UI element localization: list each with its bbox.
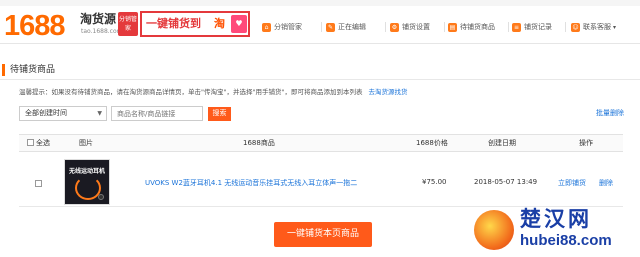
table-row: 无线运动耳机 UVOKS W2蓝牙耳机4.1 无线运动音乐挂耳式无线入耳立体声一… bbox=[19, 153, 623, 207]
delete-link[interactable]: 删除 bbox=[599, 178, 613, 188]
taobao-logo: 淘 bbox=[214, 17, 225, 30]
nav-label: 分销管家 bbox=[274, 23, 302, 31]
promo-banner[interactable]: 一键铺货到 淘 ♥ bbox=[140, 11, 250, 37]
nav-divider bbox=[444, 22, 445, 32]
product-price: ¥75.00 bbox=[422, 178, 447, 186]
find-goods-link[interactable]: 去淘货源找货 bbox=[368, 88, 407, 96]
nav-divider bbox=[565, 22, 566, 32]
thumb-caption: 无线运动耳机 bbox=[69, 168, 106, 175]
nav-settings[interactable]: ⚙ 铺货设置 bbox=[390, 20, 430, 34]
col-ops: 操作 bbox=[579, 139, 593, 147]
watermark-url: hubei88.com bbox=[520, 232, 612, 249]
nav-label: 铺货设置 bbox=[402, 23, 430, 31]
nav-divider bbox=[385, 22, 386, 32]
service-icon: ☺ bbox=[571, 22, 580, 32]
select-all-checkbox[interactable] bbox=[27, 139, 34, 146]
chevron-down-icon: ▼ bbox=[97, 110, 102, 117]
table-header: 全选 图片 1688商品 1688价格 创建日期 操作 bbox=[19, 134, 623, 152]
nav-pending[interactable]: ▤ 待铺货商品 bbox=[448, 20, 495, 34]
settings-icon: ⚙ bbox=[390, 22, 399, 32]
tmall-icon: ♥ bbox=[231, 15, 247, 33]
batch-delete-link[interactable]: 批量删除 bbox=[596, 108, 624, 118]
logo-title: 淘货源 bbox=[80, 12, 117, 26]
nav-records[interactable]: ≡ 铺货记录 bbox=[512, 20, 552, 34]
earbud-icon bbox=[98, 194, 104, 200]
section-accent-bar bbox=[2, 64, 5, 76]
row-checkbox[interactable] bbox=[35, 180, 42, 187]
product-title-link[interactable]: UVOKS W2蓝牙耳机4.1 无线运动音乐挂耳式无线入耳立体声一拖二 bbox=[145, 178, 357, 188]
nav-distribution[interactable]: ⌂ 分销管家 bbox=[262, 20, 302, 34]
nav-service[interactable]: ☺ 联系客服 ▾ bbox=[571, 20, 616, 34]
edit-icon: ✎ bbox=[326, 22, 335, 32]
publish-now-link[interactable]: 立即铺货 bbox=[558, 178, 586, 188]
tip-text: 温馨提示：如果没有待铺货商品，请在淘货源商品详情页，单击"传淘宝"，并选择"用手… bbox=[19, 88, 363, 96]
col-price: 1688价格 bbox=[416, 139, 448, 147]
nav-label: 联系客服 bbox=[583, 23, 611, 31]
section-header: 待铺货商品 bbox=[0, 60, 640, 80]
distribution-badge: 分销管家 bbox=[118, 12, 138, 36]
logo-url: tao.1688.com bbox=[81, 28, 123, 35]
nav-editing[interactable]: ✎ 正在编辑 bbox=[326, 20, 366, 34]
search-button[interactable]: 搜索 bbox=[208, 107, 231, 121]
time-filter-select[interactable]: 全部创建时间 ▼ bbox=[19, 106, 107, 121]
col-image: 图片 bbox=[79, 139, 93, 147]
watermark-title: 楚汉网 bbox=[520, 208, 592, 231]
nav-label: 铺货记录 bbox=[524, 23, 552, 31]
nav-label: 正在编辑 bbox=[338, 23, 366, 31]
product-thumbnail[interactable]: 无线运动耳机 bbox=[64, 159, 110, 205]
time-filter-value: 全部创建时间 bbox=[25, 109, 67, 117]
col-product: 1688商品 bbox=[243, 139, 275, 147]
promo-text: 一键铺货到 bbox=[146, 17, 201, 30]
chevron-down-icon: ▾ bbox=[613, 23, 617, 31]
select-all[interactable]: 全选 bbox=[27, 139, 50, 148]
nav-label: 待铺货商品 bbox=[460, 23, 495, 31]
logo-1688[interactable]: 1688 bbox=[4, 10, 66, 42]
search-input[interactable] bbox=[111, 106, 203, 121]
col-date: 创建日期 bbox=[488, 139, 516, 147]
tip-text-block: 温馨提示：如果没有待铺货商品，请在淘货源商品详情页，单击"传淘宝"，并选择"用手… bbox=[19, 88, 407, 97]
nav-divider bbox=[508, 22, 509, 32]
select-all-label: 全选 bbox=[36, 139, 50, 147]
distribution-icon: ⌂ bbox=[262, 22, 271, 32]
created-date: 2018-05-07 13:49 bbox=[474, 178, 538, 186]
publish-page-button[interactable]: 一键铺货本页商品 bbox=[274, 222, 372, 247]
record-icon: ≡ bbox=[512, 22, 521, 32]
nav-divider bbox=[321, 22, 322, 32]
watermark: 楚汉网 hubei88.com bbox=[474, 208, 638, 256]
page-title: 待铺货商品 bbox=[10, 65, 56, 75]
watermark-logo-icon bbox=[474, 210, 514, 250]
pending-goods-icon: ▤ bbox=[448, 22, 457, 32]
header: 1688 淘货源 tao.1688.com 分销管家 一键铺货到 淘 ♥ ⌂ 分… bbox=[0, 6, 640, 44]
